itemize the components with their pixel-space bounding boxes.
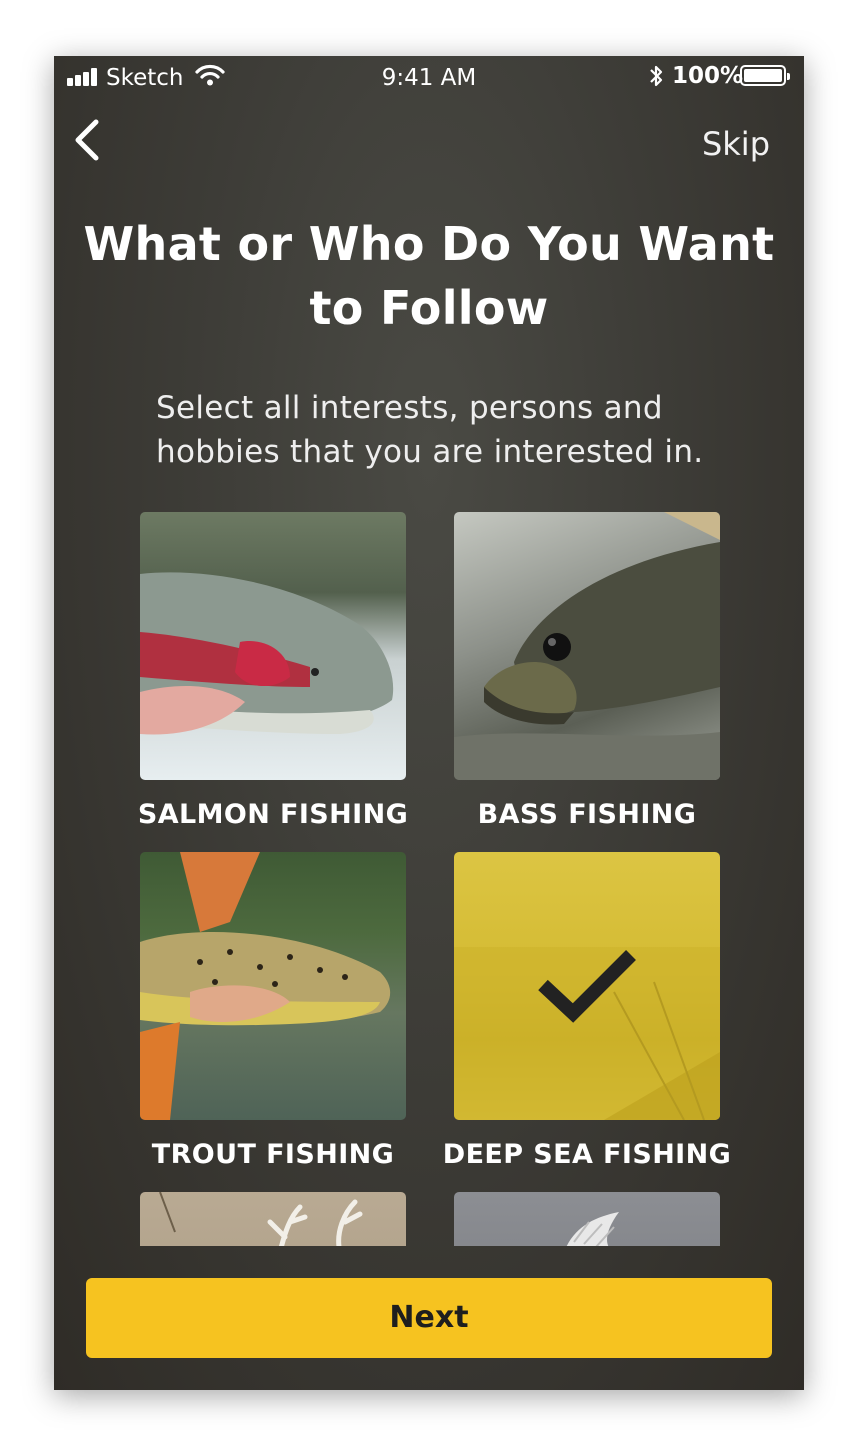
interest-label: DEEP SEA FISHING bbox=[442, 1139, 732, 1170]
onboarding-screen: Sketch 9:41 AM 100% Skip What or Who Do … bbox=[54, 56, 804, 1390]
next-button[interactable]: Next bbox=[86, 1278, 772, 1358]
deer-image bbox=[140, 1192, 406, 1246]
status-bar: Sketch 9:41 AM 100% bbox=[54, 56, 804, 100]
salmon-fishing-image bbox=[140, 512, 406, 780]
checkmark-icon bbox=[538, 950, 636, 1023]
page-title: What or Who Do You Want to Follow bbox=[83, 217, 775, 335]
chevron-left-icon[interactable] bbox=[68, 116, 108, 164]
bass-fishing-image bbox=[454, 512, 720, 780]
bird-image bbox=[454, 1192, 720, 1246]
interests-grid: SALMON FISHING BASS FISHING TROUT FISHIN… bbox=[54, 496, 804, 1246]
battery-percentage: 100% bbox=[672, 63, 744, 89]
page-subtitle: Select all interests, persons and hobbie… bbox=[156, 390, 704, 470]
skip-button[interactable]: Skip bbox=[702, 124, 770, 164]
trout-fishing-image bbox=[140, 852, 406, 1120]
bluetooth-icon bbox=[650, 65, 663, 87]
interest-label: TROUT FISHING bbox=[151, 1139, 395, 1170]
interest-label: BASS FISHING bbox=[477, 799, 697, 830]
battery-icon bbox=[740, 65, 790, 86]
interest-label: SALMON FISHING bbox=[137, 799, 409, 830]
